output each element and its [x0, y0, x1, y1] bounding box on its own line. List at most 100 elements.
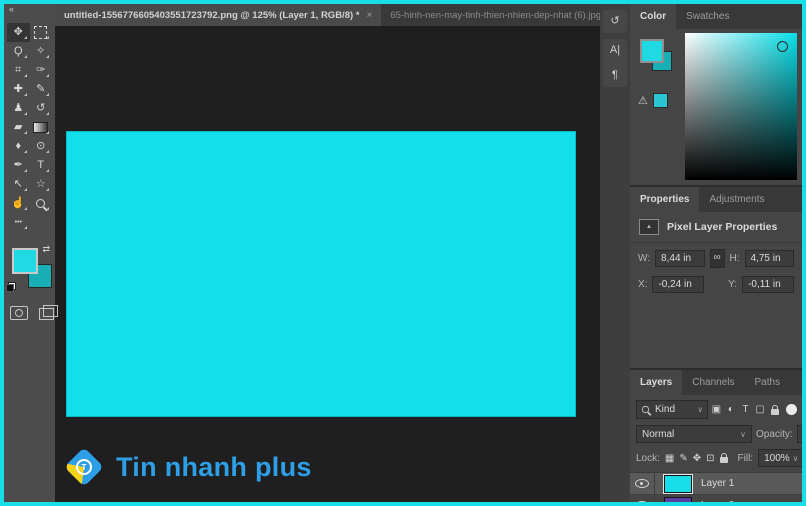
lock-position-icon[interactable]: ✥ [693, 450, 701, 467]
foreground-color-swatch[interactable] [640, 39, 664, 63]
lock-image-pixels-icon[interactable]: ✎ [679, 450, 687, 467]
crop-tool[interactable]: ⌗ [7, 61, 30, 80]
color-picker-selector-icon[interactable] [777, 41, 788, 52]
custom-shape-tool[interactable]: ☆ [30, 175, 53, 194]
filter-kind-dropdown[interactable]: Kind ∨ [636, 400, 709, 419]
tab-paths[interactable]: Paths [745, 370, 791, 395]
history-brush-icon: ↺ [36, 102, 46, 114]
chevron-down-icon: ∨ [740, 429, 746, 439]
eyedropper-tool[interactable]: ✑ [30, 61, 53, 80]
character-panel-icon[interactable]: A| [610, 45, 620, 56]
width-field[interactable]: 8,44 in [655, 250, 705, 267]
properties-panel: Properties Adjustments ▲ Pixel Layer Pro… [630, 187, 802, 370]
lock-transparent-pixels-icon[interactable]: ▦ [665, 450, 674, 467]
opacity-dropdown[interactable]: 100% ∨ [796, 425, 802, 443]
y-label: Y: [728, 279, 738, 290]
layer-name[interactable]: Layer 1 [701, 478, 734, 489]
watermark-monogram: T [81, 462, 87, 472]
gradient-tool[interactable] [30, 118, 53, 137]
blend-mode-row: Normal ∨ Opacity: 100% ∨ [630, 423, 802, 447]
hand-tool[interactable]: ☝ [7, 194, 30, 213]
document-tab-wallpaper[interactable]: 65-hinh-nen-may-tinh-thien-nhien-dep-nha… [381, 4, 600, 26]
lock-all-icon[interactable] [719, 450, 728, 467]
quick-mask-mode-button[interactable] [10, 306, 28, 320]
filter-type-layers-icon[interactable]: T [739, 401, 752, 418]
tab-layers[interactable]: Layers [630, 370, 683, 395]
filter-toggle-icon[interactable] [785, 404, 797, 415]
screen-mode-button[interactable] [39, 305, 58, 320]
blend-mode-dropdown[interactable]: Normal ∨ [636, 425, 752, 443]
layer-visibility-toggle[interactable] [630, 495, 655, 502]
spot-healing-brush-tool[interactable]: ✚ [7, 80, 30, 99]
edit-toolbar-button[interactable]: ••• [7, 213, 30, 232]
pen-tool[interactable]: ✒ [7, 156, 30, 175]
watermark-logo-icon: T [63, 446, 105, 488]
eraser-tool[interactable]: ▰ [7, 118, 30, 137]
clone-stamp-tool[interactable]: ♟ [7, 99, 30, 118]
fill-dropdown[interactable]: 100% ∨ [758, 449, 802, 467]
gamut-warning-swatch[interactable] [652, 93, 668, 108]
layer-filter-row: Kind ∨ ▣ ◐ T ▢ [630, 395, 802, 423]
type-tool[interactable]: T [30, 156, 53, 175]
ellipsis-icon: ••• [14, 219, 22, 226]
path-selection-tool[interactable]: ↖ [7, 175, 30, 194]
tool-grid: ✥ Ϙ ✧ ⌗ ✑ ✚ ✎ ♟ ↺ ▰ ♦ ⊙ ✒ T ↖ ☆ ☝ ••• [4, 17, 55, 232]
layer-row-layer-0[interactable]: Layer 0 [630, 495, 802, 502]
magic-wand-tool[interactable]: ✧ [30, 42, 53, 61]
zoom-tool[interactable] [30, 194, 53, 213]
close-tab-icon[interactable]: × [366, 10, 372, 21]
magic-wand-icon: ✧ [36, 45, 46, 57]
collapse-toolbar-button[interactable]: « [4, 4, 55, 17]
path-selection-icon: ↖ [13, 178, 23, 190]
tab-channels[interactable]: Channels [682, 370, 744, 395]
y-field[interactable]: -0,11 in [742, 276, 794, 293]
swap-colors-icon[interactable]: ⇄ [42, 244, 50, 255]
canvas-area[interactable]: T Tin nhanh plus [55, 26, 600, 502]
lasso-tool[interactable]: Ϙ [7, 42, 30, 61]
x-field[interactable]: -0,24 in [652, 276, 705, 293]
filter-shape-layers-icon[interactable]: ▢ [754, 401, 767, 418]
chevron-down-icon: ∨ [792, 453, 799, 463]
blur-tool[interactable]: ♦ [7, 137, 30, 156]
tab-adjustments[interactable]: Adjustments [699, 187, 774, 212]
layers-panel-tabs: Layers Channels Paths [630, 370, 802, 395]
pen-icon: ✒ [13, 159, 23, 171]
brush-icon: ✎ [36, 83, 46, 95]
tools-panel: « ✥ Ϙ ✧ ⌗ ✑ ✚ ✎ ♟ ↺ ▰ ♦ ⊙ ✒ T ↖ ☆ ☝ ••• … [4, 4, 58, 502]
document-canvas[interactable] [67, 132, 575, 416]
warning-icon: ⚠ [638, 95, 648, 107]
history-brush-tool[interactable]: ↺ [30, 99, 53, 118]
type-icon: T [37, 159, 45, 171]
blend-mode-value: Normal [642, 428, 675, 440]
tab-swatches[interactable]: Swatches [676, 4, 739, 29]
filter-pixel-layers-icon[interactable]: ▣ [710, 401, 723, 418]
document-tab-untitled[interactable]: untitled-1556776605403551723792.png @ 12… [55, 4, 382, 26]
foreground-color-swatch[interactable] [12, 248, 38, 274]
layer-thumbnail[interactable] [664, 474, 692, 493]
layer-name[interactable]: Layer 0 [701, 500, 734, 502]
default-colors-icon[interactable] [6, 282, 16, 292]
paragraph-panel-icon[interactable]: ¶ [612, 70, 618, 81]
layer-thumbnail[interactable] [664, 496, 692, 502]
position-row: X: -0,24 in Y: -0,11 in [630, 270, 802, 295]
lock-artboard-icon[interactable]: ⊡ [706, 450, 714, 467]
dodge-tool[interactable]: ⊙ [30, 137, 53, 156]
height-field[interactable]: 4,75 in [744, 250, 795, 267]
properties-panel-tabs: Properties Adjustments [630, 187, 802, 212]
layer-visibility-toggle[interactable] [630, 473, 655, 494]
filter-smart-objects-icon[interactable] [768, 401, 781, 418]
brush-tool[interactable]: ✎ [30, 80, 53, 99]
history-panel-icon[interactable]: ↺ [610, 16, 619, 27]
tab-properties[interactable]: Properties [630, 187, 700, 212]
color-picker-gradient[interactable] [685, 33, 797, 180]
move-tool[interactable]: ✥ [7, 23, 30, 42]
layer0-thumbnail-detail [675, 501, 679, 502]
filter-adjustment-layers-icon[interactable]: ◐ [725, 401, 738, 418]
link-dimensions-button[interactable]: ∞ [709, 249, 725, 268]
opacity-label: Opacity: [756, 428, 793, 440]
fill-value: 100% [764, 452, 790, 464]
tab-color[interactable]: Color [630, 4, 677, 29]
layer-row-layer-1[interactable]: Layer 1 [630, 473, 802, 495]
toolbar-bottom-buttons [4, 305, 58, 320]
rectangular-marquee-tool[interactable] [30, 23, 53, 42]
